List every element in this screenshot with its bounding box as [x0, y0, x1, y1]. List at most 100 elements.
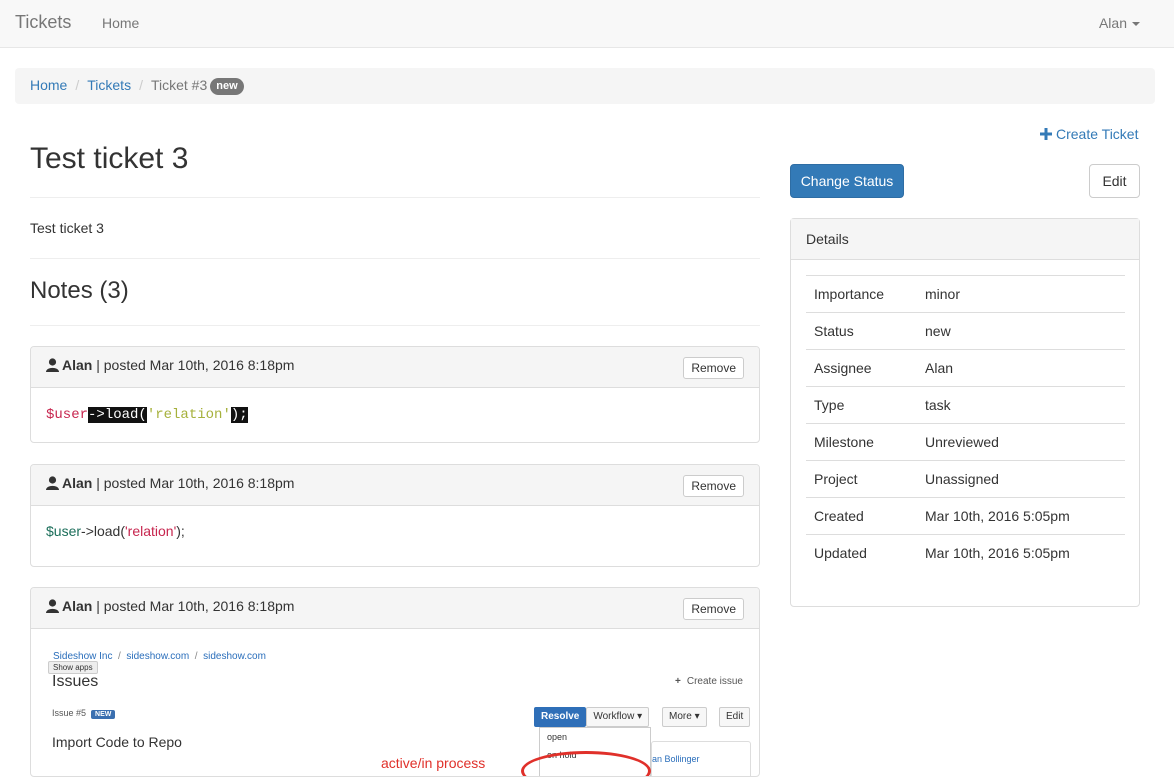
detail-value: Unreviewed: [917, 423, 1125, 461]
detail-key: Assignee: [806, 349, 917, 387]
caret-down-icon: [1132, 22, 1140, 27]
note-header: Alan | posted Mar 10th, 2016 8:18pm Remo…: [31, 588, 759, 629]
table-row: Importance minor: [806, 275, 1125, 313]
create-ticket-link[interactable]: Create Ticket: [1040, 126, 1138, 142]
user-icon: [46, 599, 59, 613]
code-string: 'relation': [125, 523, 177, 539]
details-table: Importance minor Status new Assignee Alan T…: [806, 275, 1125, 572]
code-method: ->load(: [88, 407, 147, 423]
note-body: $user->load('relation');: [31, 388, 759, 438]
detail-key: Project: [806, 460, 917, 498]
embedded-crumb: sideshow.com: [126, 651, 190, 662]
embedded-sep: /: [118, 651, 121, 662]
annotation-text: active/in process: [381, 755, 486, 771]
note-card: Alan | posted Mar 10th, 2016 8:18pm Remo…: [30, 464, 760, 567]
detail-value: Alan: [917, 349, 1125, 387]
remove-note-button[interactable]: Remove: [683, 598, 744, 620]
embedded-button-group: Resolve Workflow ▾: [534, 707, 650, 727]
detail-value: Mar 10th, 2016 5:05pm: [917, 497, 1125, 535]
user-menu[interactable]: Alan: [1099, 15, 1140, 31]
navbar-brand[interactable]: Tickets: [15, 12, 71, 33]
detail-value: minor: [917, 275, 1125, 313]
embedded-create-issue: + Create issue: [675, 676, 743, 687]
detail-key: Type: [806, 386, 917, 424]
embedded-assignee: an Bollinger: [652, 754, 700, 764]
note-author: Alan: [62, 475, 93, 491]
embedded-issues-title: Issues: [52, 673, 99, 690]
user-menu-label: Alan: [1098, 15, 1127, 31]
page-title: Test ticket 3: [30, 142, 189, 175]
notes-heading: Notes (3): [30, 277, 129, 304]
note-meta: | posted Mar 10th, 2016 8:18pm: [96, 475, 295, 491]
embedded-resolve-button: Resolve: [534, 707, 587, 727]
code-end: );: [230, 407, 248, 423]
detail-key: Milestone: [806, 423, 917, 461]
table-row: Updated Mar 10th, 2016 5:05pm: [806, 534, 1125, 572]
note-card: Alan | posted Mar 10th, 2016 8:18pm Remo…: [30, 346, 760, 443]
detail-value: Unassigned: [917, 460, 1125, 498]
embedded-sep: /: [194, 651, 198, 662]
note-header: Alan | posted Mar 10th, 2016 8:18pm Remo…: [31, 465, 759, 506]
code-method: ->load(: [81, 523, 125, 539]
divider: [30, 197, 760, 198]
note-author: Alan: [62, 598, 93, 614]
edit-button[interactable]: Edit: [1089, 164, 1140, 198]
breadcrumb-tickets[interactable]: Tickets: [87, 77, 131, 93]
embedded-create-issue-label: Create issue: [686, 676, 743, 687]
table-row: Project Unassigned: [806, 460, 1125, 498]
embedded-issue-label: Issue #5: [52, 708, 87, 718]
embedded-more-button: More ▾: [662, 707, 707, 727]
detail-key: Updated: [806, 534, 917, 572]
code-end: );: [176, 523, 185, 539]
embedded-more-label: More: [669, 711, 692, 722]
breadcrumb-separator: /: [75, 77, 80, 93]
embedded-screenshot-image: Sideshow Inc / sideshow.com / sideshow.c…: [31, 629, 759, 776]
change-status-button[interactable]: Change Status: [790, 164, 904, 198]
table-row: Milestone Unreviewed: [806, 423, 1125, 461]
detail-key: Importance: [806, 275, 917, 313]
embedded-workflow-label: Workflow: [593, 711, 635, 722]
note-body: $user->load('relation');: [31, 506, 759, 554]
detail-key: Created: [806, 497, 917, 535]
remove-note-button[interactable]: Remove: [683, 475, 744, 497]
note-card: Alan | posted Mar 10th, 2016 8:18pm Remo…: [30, 587, 760, 777]
embedded-crumb: sideshow.com: [203, 651, 266, 662]
embedded-edit-button: Edit: [719, 707, 751, 727]
remove-note-button[interactable]: Remove: [683, 357, 744, 379]
embedded-assignee-box: an Bollinger: [651, 741, 751, 776]
breadcrumb-separator: /: [139, 77, 143, 93]
code-string: 'relation': [146, 407, 231, 423]
table-row: Assignee Alan: [806, 349, 1125, 387]
details-panel: Details Importance minor Status new Assign…: [790, 218, 1140, 607]
status-badge: new: [210, 78, 244, 95]
embedded-issue-title: Import Code to Repo: [52, 734, 182, 750]
navbar: Tickets Home Alan: [0, 0, 1174, 48]
breadcrumb-home[interactable]: Home: [30, 77, 67, 93]
code-variable: $user: [46, 407, 89, 423]
embedded-workflow-button: Workflow ▾: [586, 707, 650, 727]
breadcrumb: Home / Tickets / Ticket #3 new: [15, 68, 1155, 104]
embedded-new-badge: NEW: [91, 710, 116, 719]
code-variable: $user: [46, 523, 82, 539]
detail-value: new: [917, 312, 1125, 350]
user-icon: [46, 358, 59, 372]
breadcrumb-current: Ticket #3: [150, 77, 208, 93]
embedded-dropdown-item: open: [547, 732, 568, 742]
note-meta: | posted Mar 10th, 2016 8:18pm: [96, 357, 295, 373]
detail-value: Mar 10th, 2016 5:05pm: [917, 534, 1125, 572]
divider: [30, 325, 760, 326]
table-row: Status new: [806, 312, 1125, 350]
note-header: Alan | posted Mar 10th, 2016 8:18pm Remo…: [31, 347, 759, 388]
nav-home-link[interactable]: Home: [102, 15, 139, 31]
divider: [30, 258, 760, 259]
note-meta: | posted Mar 10th, 2016 8:18pm: [96, 598, 295, 614]
detail-value: task: [917, 386, 1125, 424]
plus-icon: +: [675, 676, 681, 687]
table-row: Type task: [806, 386, 1125, 424]
detail-key: Status: [806, 312, 917, 350]
create-ticket-label: Create Ticket: [1056, 126, 1139, 142]
note-author: Alan: [62, 357, 93, 373]
table-row: Created Mar 10th, 2016 5:05pm: [806, 497, 1125, 535]
ticket-description: Test ticket 3: [30, 220, 104, 236]
plus-icon: [1040, 128, 1052, 140]
